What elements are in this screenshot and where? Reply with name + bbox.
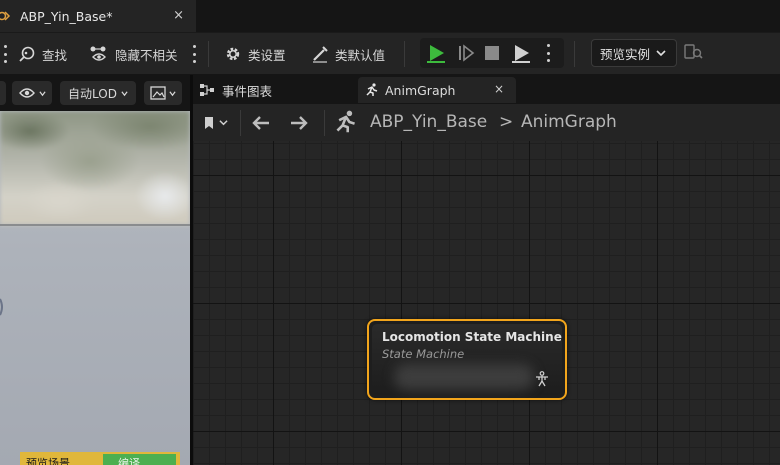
close-icon[interactable]: × [494,82,504,96]
event-graph-icon [200,84,214,96]
hide-unrelated-label: 隐藏不相关 [115,47,178,63]
breadcrumb-separator: > [499,112,514,132]
state-machine-node[interactable]: Locomotion State Machine State Machine [367,319,567,400]
pose-output-icon [536,371,548,387]
preview-instance-label: 预览实例 [600,46,651,62]
chevron-down-icon [219,120,228,126]
find-label: 查找 [42,47,68,63]
running-figure-icon [366,83,378,96]
image-icon [150,86,166,100]
class-defaults-button[interactable]: 类默认值 [311,33,385,75]
step-icon[interactable] [456,43,476,63]
viewport-horizon [0,224,190,226]
lod-label: 自动LOD [68,86,117,101]
tab-animgraph-label: AnimGraph [385,82,456,98]
show-flags-button[interactable] [12,81,52,105]
class-settings-label: 类设置 [248,47,286,63]
hide-unrelated-button[interactable]: 隐藏不相关 [89,33,178,75]
document-tab[interactable]: ABP_Yin_Base* × [0,0,196,32]
class-defaults-label: 类默认值 [335,47,386,63]
node-body: Locomotion State Machine State Machine [372,324,562,395]
breadcrumb-divider [240,110,241,136]
tab-event-graph-label: 事件图表 [222,83,273,99]
breadcrumb: ABP_Yin_Base > AnimGraph [193,104,780,141]
anim-graph-canvas[interactable] [193,141,780,465]
gear-icon [226,47,240,61]
anim-blueprint-icon [0,9,11,23]
chevron-down-icon [38,90,46,96]
character-hint-icon [0,298,3,316]
arrow-right-icon [291,115,308,130]
arrow-left-icon [252,115,269,130]
lod-dropdown[interactable]: 自动LOD [60,81,136,105]
eject-play-icon[interactable] [510,42,532,64]
breadcrumb-current: AnimGraph [521,112,617,132]
play-icon[interactable] [425,42,447,64]
bookmark-icon [205,116,213,129]
hide-unrelated-icon [90,46,106,61]
preview-instance-dropdown[interactable]: 预览实例 [591,39,677,67]
viewport-toolbar: 自动LOD [0,75,190,111]
class-settings-button[interactable]: 类设置 [224,33,286,75]
find-button[interactable]: 查找 [18,33,67,75]
breadcrumb-root[interactable]: ABP_Yin_Base [370,112,487,132]
viewport-status-text: 预览场景 [26,457,70,465]
running-figure-icon [336,110,355,133]
play-controls [420,38,564,68]
more-options-icon[interactable] [192,45,196,63]
chevron-down-icon [169,90,176,96]
viewport-environment-image [0,111,190,225]
play-options-icon[interactable] [546,44,550,62]
title-bar: ABP_Yin_Base* × [0,0,780,32]
bookmark-dropdown[interactable] [203,104,228,141]
chevron-down-icon [121,90,128,96]
node-title: Locomotion State Machine [382,330,562,344]
document-tab-title: ABP_Yin_Base* [20,8,113,24]
toolbar-divider [404,41,405,67]
tab-animgraph[interactable]: AnimGraph × [358,77,516,103]
toolbar-divider [574,41,575,67]
search-icon [19,46,35,62]
node-preview-thumbnail [394,364,534,390]
debug-filter-icon[interactable] [684,43,704,61]
stop-icon[interactable] [484,45,500,61]
back-button[interactable] [251,104,271,141]
close-icon[interactable]: × [173,8,184,23]
graph-tab-bar: 事件图表 AnimGraph × [193,75,780,104]
node-subtitle: State Machine [382,347,465,361]
preview-viewport[interactable] [0,111,190,465]
toolbar-grip-icon [3,45,7,63]
class-defaults-icon [313,46,328,63]
toolbar-divider [208,41,209,67]
tab-event-graph[interactable]: 事件图表 [199,77,349,103]
forward-button[interactable] [289,104,309,141]
breadcrumb-divider [324,110,325,136]
viewport-options-button[interactable] [0,81,6,105]
chevron-down-icon [656,50,666,57]
compile-status-text: 编译 [118,457,140,465]
eye-icon [18,88,35,98]
screen-percentage-button[interactable] [144,81,182,105]
